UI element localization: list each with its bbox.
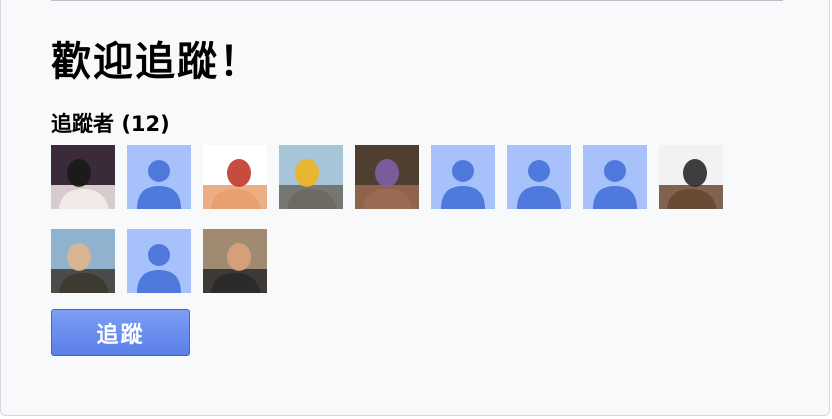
user-photo-icon: [659, 145, 723, 209]
default-user-icon: [583, 145, 647, 209]
default-user-icon: [507, 145, 571, 209]
cartoon-avatar-icon: [203, 145, 267, 209]
default-user-icon: [127, 229, 191, 293]
follower-avatar[interactable]: [583, 145, 647, 209]
follower-avatar[interactable]: [51, 145, 115, 209]
page-title: 歡迎追蹤！: [51, 39, 261, 85]
user-photo-icon: [203, 229, 267, 293]
default-user-icon: [127, 145, 191, 209]
follower-avatar[interactable]: [431, 145, 495, 209]
follower-avatar[interactable]: [51, 229, 115, 293]
user-photo-icon: [355, 145, 419, 209]
follower-avatar[interactable]: [279, 145, 343, 209]
followers-count: (12): [121, 112, 170, 136]
follower-avatar[interactable]: [127, 229, 191, 293]
user-photo-icon: [51, 145, 115, 209]
followers-label: 追蹤者: [51, 112, 114, 136]
default-user-icon: [431, 145, 495, 209]
follower-avatar[interactable]: [127, 145, 191, 209]
user-photo-icon: [279, 145, 343, 209]
follower-avatar[interactable]: [203, 229, 267, 293]
follower-avatar[interactable]: [659, 145, 723, 209]
divider: [51, 0, 783, 1]
followers-heading: 追蹤者 (12): [51, 110, 170, 138]
follow-panel: 歡迎追蹤！ 追蹤者 (12) 追蹤: [0, 0, 830, 416]
follower-avatar[interactable]: [355, 145, 419, 209]
user-photo-icon: [51, 229, 115, 293]
follower-avatar[interactable]: [507, 145, 571, 209]
follow-button[interactable]: 追蹤: [51, 309, 190, 356]
follower-avatar[interactable]: [203, 145, 267, 209]
